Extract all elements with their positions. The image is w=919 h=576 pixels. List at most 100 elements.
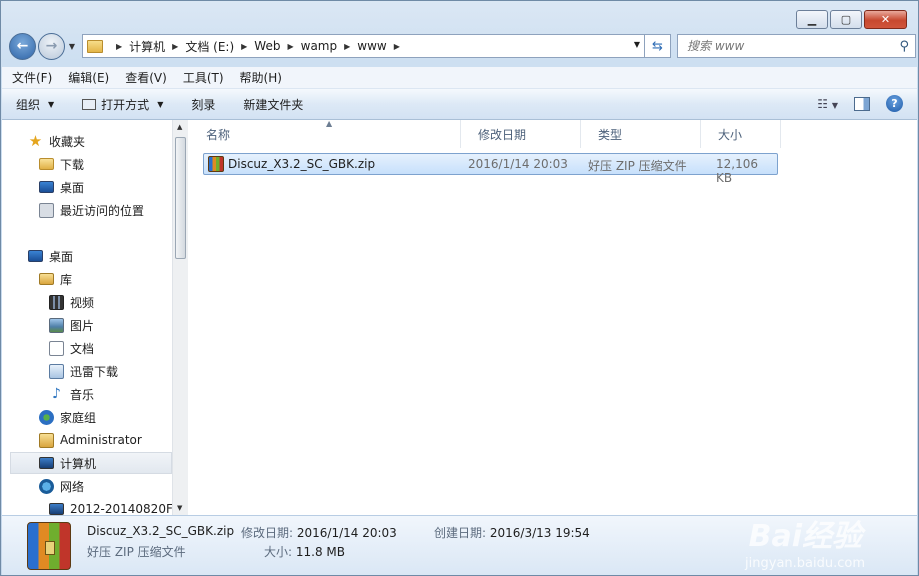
minimize-icon: ▁ [807,13,817,26]
sidebar-item-label: 文档 [70,341,95,356]
details-pane: Discuz_X3.2_SC_GBK.zip 好压 ZIP 压缩文件 修改日期:… [2,515,917,575]
sidebar-item-homegroup[interactable]: 家庭组 [39,406,96,428]
sidebar-item-label: 桌面 [49,249,74,264]
sidebar-item-downloads[interactable]: 下载 [39,153,84,175]
help-button[interactable]: ? [886,95,903,112]
details-created: 创建日期: 2016/3/13 19:54 [434,524,590,541]
details-file-name-value: Discuz_X3.2_SC_GBK.zip [87,524,235,538]
column-header-name[interactable]: ▲ 名称 [189,119,461,148]
recent-pages-dropdown[interactable]: ▼ [66,42,78,51]
breadcrumb-wamp[interactable]: wamp [301,39,337,53]
scroll-up-icon[interactable]: ▲ [177,123,182,131]
preview-pane-button[interactable] [854,96,870,111]
menu-help[interactable]: 帮助(H) [240,69,282,86]
back-button[interactable]: ← [9,32,36,60]
chevron-down-icon: ▼ [831,100,838,110]
sidebar-item-libraries[interactable]: 库 [39,268,72,290]
change-view-button[interactable]: ☷ ▼ [817,97,838,111]
sidebar-item-network[interactable]: 网络 [39,475,84,497]
file-row[interactable]: Discuz_X3.2_SC_GBK.zip 2016/1/14 20:03 好… [203,153,778,185]
navigation-pane-scrollbar[interactable]: ▲ ▼ [172,120,188,515]
downloads-folder-icon [39,158,54,170]
zip-archive-icon [208,156,224,172]
menu-tools[interactable]: 工具(T) [183,69,224,86]
music-note-icon: ♪ [52,385,61,402]
burn-button[interactable]: 刻录 [191,96,215,113]
breadcrumb-www[interactable]: www [357,39,386,53]
minimize-button[interactable]: ▁ [796,10,828,29]
refresh-button[interactable]: ⇆ [645,34,671,58]
details-size-value: 11.8 MB [295,545,345,559]
breadcrumb-web[interactable]: Web [254,39,280,53]
sidebar-item-label: 迅雷下载 [70,364,119,379]
chevron-down-icon[interactable]: ▼ [634,40,640,49]
forward-arrow-icon: → [45,38,58,54]
back-arrow-icon: ← [16,38,29,54]
details-modified-label: 修改日期: [241,526,294,540]
details-size: 大小: 11.8 MB [264,543,345,560]
chevron-down-icon: ▼ [48,99,55,109]
scroll-down-icon[interactable]: ▼ [177,504,182,512]
details-size-label: 大小: [264,545,293,559]
document-icon [49,340,64,356]
search-box[interactable]: ⚲ [677,34,916,58]
chevron-right-icon[interactable]: ▶ [287,42,293,51]
baidu-watermark-logo: Bai经验 [748,519,862,554]
sidebar-item-label: 下载 [60,157,85,172]
sidebar-item-label: 库 [60,272,73,287]
forward-button[interactable]: → [38,32,65,60]
column-header-label: 大小 [718,127,743,142]
sidebar-item-label: 计算机 [60,456,97,471]
sidebar-item-computer[interactable]: 计算机 [10,452,172,474]
sidebar-item-videos[interactable]: 视频 [49,291,94,313]
menu-edit[interactable]: 编辑(E) [68,69,109,86]
column-header-type[interactable]: 类型 [581,120,701,148]
chevron-right-icon[interactable]: ▶ [394,42,400,51]
view-controls: ☷ ▼ ? [817,95,903,112]
network-computer-icon [49,503,64,515]
close-icon: ✕ [880,13,891,26]
column-header-modified[interactable]: 修改日期 [461,120,581,148]
sidebar-item-network-pc[interactable]: 2012-20140820FX [49,498,172,515]
menu-file[interactable]: 文件(F) [12,69,52,86]
column-header-label: 名称 [206,127,231,142]
close-button[interactable]: ✕ [864,10,907,29]
column-header-label: 类型 [598,127,623,142]
column-header-size[interactable]: 大小 [701,120,781,148]
chevron-right-icon[interactable]: ▶ [172,42,178,51]
window-controls: ▁ ▢ ✕ [796,10,907,29]
video-icon [49,294,64,310]
file-name: Discuz_X3.2_SC_GBK.zip [228,157,376,171]
new-folder-button[interactable]: 新建文件夹 [243,96,303,113]
maximize-button[interactable]: ▢ [830,10,862,29]
menu-view[interactable]: 查看(V) [125,69,167,86]
chevron-right-icon[interactable]: ▶ [344,42,350,51]
sidebar-item-desktop[interactable]: 桌面 [28,245,73,267]
open-with-button[interactable]: 打开方式 ▼ [82,96,163,113]
open-with-icon [82,98,97,110]
chevron-right-icon[interactable]: ▶ [116,42,122,51]
sidebar-item-thunder-downloads[interactable]: 迅雷下载 [49,360,118,382]
column-headers: ▲ 名称 修改日期 类型 大小 [189,119,917,148]
sidebar-item-administrator[interactable]: Administrator [39,429,142,451]
breadcrumb-drive-e[interactable]: 文档 (E:) [185,38,234,55]
burn-label: 刻录 [191,97,216,112]
search-input[interactable] [687,39,887,53]
chevron-right-icon[interactable]: ▶ [241,42,247,51]
sidebar-item-music[interactable]: ♪ 音乐 [49,383,94,405]
address-bar[interactable]: ▶ 计算机 ▶ 文档 (E:) ▶ Web ▶ wamp ▶ www ▶ ▼ [82,34,645,58]
organize-button[interactable]: 组织 ▼ [16,96,54,113]
sidebar-item-favorites[interactable]: ★ 收藏夹 [28,130,85,152]
sidebar-item-desktop-favorite[interactable]: 桌面 [39,176,84,198]
sidebar-item-label: 桌面 [60,180,85,195]
sidebar-item-recent-places[interactable]: 最近访问的位置 [39,199,144,221]
breadcrumb-computer[interactable]: 计算机 [129,38,165,55]
search-icon[interactable]: ⚲ [899,39,909,54]
details-view-icon: ☷ [817,96,829,111]
sidebar-item-documents[interactable]: 文档 [49,337,94,359]
file-modified: 2016/1/14 20:03 [468,157,568,171]
navigation-bar: ← → ▼ ▶ 计算机 ▶ 文档 (E:) ▶ Web ▶ wamp ▶ www… [9,32,916,60]
recent-places-icon [39,202,54,218]
scrollbar-thumb[interactable] [175,137,186,259]
sidebar-item-pictures[interactable]: 图片 [49,314,94,336]
